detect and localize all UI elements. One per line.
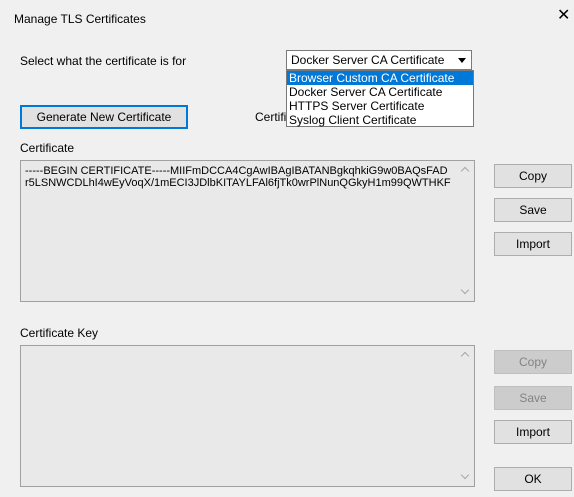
close-icon[interactable]: ✕	[557, 8, 570, 24]
option-browser-custom-ca[interactable]: Browser Custom CA Certificate	[287, 71, 473, 85]
purpose-label: Select what the certificate is for	[20, 54, 187, 68]
scroll-up-icon[interactable]	[457, 346, 474, 363]
certificate-key-textarea[interactable]	[20, 345, 475, 487]
purpose-select-value: Docker Server CA Certificate	[291, 53, 445, 67]
certificate-key-label: Certificate Key	[20, 326, 99, 340]
certificate-scrollbar[interactable]	[457, 161, 474, 301]
window-title: Manage TLS Certificates	[14, 12, 146, 26]
scroll-down-icon[interactable]	[457, 469, 474, 486]
certificate-text: -----BEGIN CERTIFICATE-----MIIFmDCCA4CgA…	[25, 165, 455, 189]
key-save-button: Save	[494, 386, 572, 410]
certificate-line: -----BEGIN CERTIFICATE-----MIIFmDCCA4CgA…	[25, 165, 448, 177]
option-https-server[interactable]: HTTPS Server Certificate	[287, 99, 473, 113]
certificate-label: Certificate	[20, 141, 75, 155]
key-copy-button: Copy	[494, 350, 572, 374]
scroll-up-icon[interactable]	[457, 161, 474, 178]
certificate-import-button[interactable]: Import	[494, 232, 572, 256]
option-docker-server-ca[interactable]: Docker Server CA Certificate	[287, 85, 473, 99]
generate-certificate-button[interactable]: Generate New Certificate	[20, 105, 188, 129]
option-syslog-client[interactable]: Syslog Client Certificate	[287, 113, 473, 127]
chevron-down-icon[interactable]	[454, 52, 470, 68]
certificate-copy-button[interactable]: Copy	[494, 164, 572, 188]
purpose-dropdown-list: Browser Custom CA Certificate Docker Ser…	[286, 70, 474, 127]
key-import-button[interactable]: Import	[494, 420, 572, 444]
certificate-textarea[interactable]: -----BEGIN CERTIFICATE-----MIIFmDCCA4CgA…	[20, 160, 475, 302]
purpose-select[interactable]: Docker Server CA Certificate	[286, 50, 472, 70]
key-scrollbar[interactable]	[457, 346, 474, 486]
ok-button[interactable]: OK	[494, 467, 572, 491]
certificate-save-button[interactable]: Save	[494, 198, 572, 222]
certificate-line: r5LSNWCDLhI4wEyVoqX/1mECI3JDlbKITAYLFAl6…	[25, 177, 451, 189]
scroll-down-icon[interactable]	[457, 284, 474, 301]
